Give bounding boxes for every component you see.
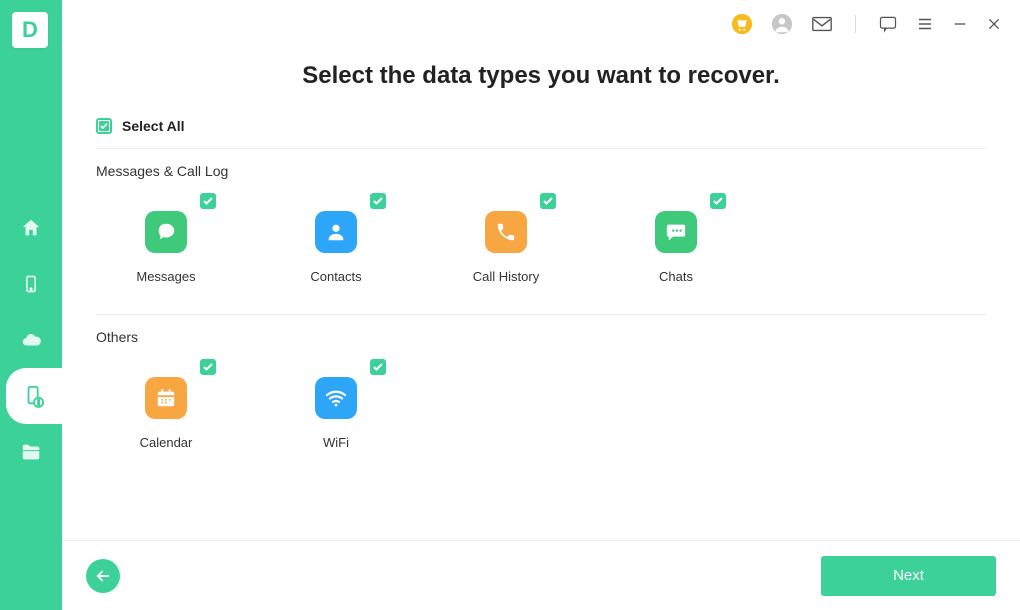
category-label: Messages & Call Log — [96, 163, 986, 179]
cloud-icon — [20, 329, 42, 351]
tile-label: Calendar — [140, 435, 193, 450]
tile-calendar[interactable]: Calendar — [126, 363, 206, 450]
tile-row: Calendar WiFi — [96, 363, 986, 450]
select-all-label: Select All — [122, 118, 185, 134]
close-button[interactable] — [986, 16, 1002, 32]
sidebar-item-folder[interactable] — [0, 424, 62, 480]
tile-checkbox[interactable] — [200, 193, 216, 209]
app-logo: D — [12, 12, 48, 48]
calendar-icon — [145, 377, 187, 419]
tile-checkbox[interactable] — [370, 193, 386, 209]
chat-bubble-icon — [145, 211, 187, 253]
mail-icon[interactable] — [811, 14, 833, 34]
tile-label: Messages — [136, 269, 195, 284]
person-icon — [315, 211, 357, 253]
select-all-checkbox[interactable] — [96, 118, 112, 134]
sidebar: D ! — [0, 0, 62, 610]
category-label: Others — [96, 329, 986, 345]
tile-contacts[interactable]: Contacts — [296, 197, 376, 284]
tile-label: Contacts — [310, 269, 361, 284]
sidebar-item-home[interactable] — [0, 200, 62, 256]
sidebar-nav: ! — [0, 200, 62, 480]
titlebar — [62, 0, 1020, 48]
logo-letter: D — [22, 17, 38, 43]
divider — [96, 148, 986, 149]
page-title: Select the data types you want to recove… — [96, 62, 986, 90]
tile-label: Call History — [473, 269, 539, 284]
footer: Next — [62, 540, 1020, 610]
category-messages-call-log: Messages & Call Log Messages Contacts — [96, 163, 986, 284]
tile-label: WiFi — [323, 435, 349, 450]
user-icon[interactable] — [771, 13, 793, 35]
svg-text:!: ! — [37, 398, 39, 407]
tile-chats[interactable]: Chats — [636, 197, 716, 284]
sidebar-item-phone[interactable] — [0, 256, 62, 312]
phone-alert-icon: ! — [23, 384, 45, 408]
wifi-icon — [315, 377, 357, 419]
tile-call-history[interactable]: Call History — [466, 197, 546, 284]
titlebar-separator — [855, 15, 856, 33]
tile-checkbox[interactable] — [540, 193, 556, 209]
shop-icon[interactable] — [731, 13, 753, 35]
main-content: Select the data types you want to recove… — [62, 48, 1020, 540]
menu-icon[interactable] — [916, 15, 934, 33]
feedback-icon[interactable] — [878, 14, 898, 34]
back-button[interactable] — [86, 559, 120, 593]
sidebar-item-recover[interactable]: ! — [6, 368, 62, 424]
chat-dots-icon — [655, 211, 697, 253]
home-icon — [20, 217, 42, 239]
tile-messages[interactable]: Messages — [126, 197, 206, 284]
divider — [96, 314, 986, 315]
folder-icon — [20, 441, 42, 463]
arrow-left-icon — [94, 567, 112, 585]
phone-device-icon — [21, 273, 41, 295]
minimize-button[interactable] — [952, 16, 968, 32]
tile-label: Chats — [659, 269, 693, 284]
category-others: Others Calendar WiFi — [96, 329, 986, 450]
phone-icon — [485, 211, 527, 253]
select-all-row[interactable]: Select All — [96, 118, 986, 134]
tile-checkbox[interactable] — [710, 193, 726, 209]
next-button[interactable]: Next — [821, 556, 996, 596]
tile-wifi[interactable]: WiFi — [296, 363, 376, 450]
sidebar-item-cloud[interactable] — [0, 312, 62, 368]
tile-row: Messages Contacts Call History — [96, 197, 986, 284]
tile-checkbox[interactable] — [370, 359, 386, 375]
tile-checkbox[interactable] — [200, 359, 216, 375]
